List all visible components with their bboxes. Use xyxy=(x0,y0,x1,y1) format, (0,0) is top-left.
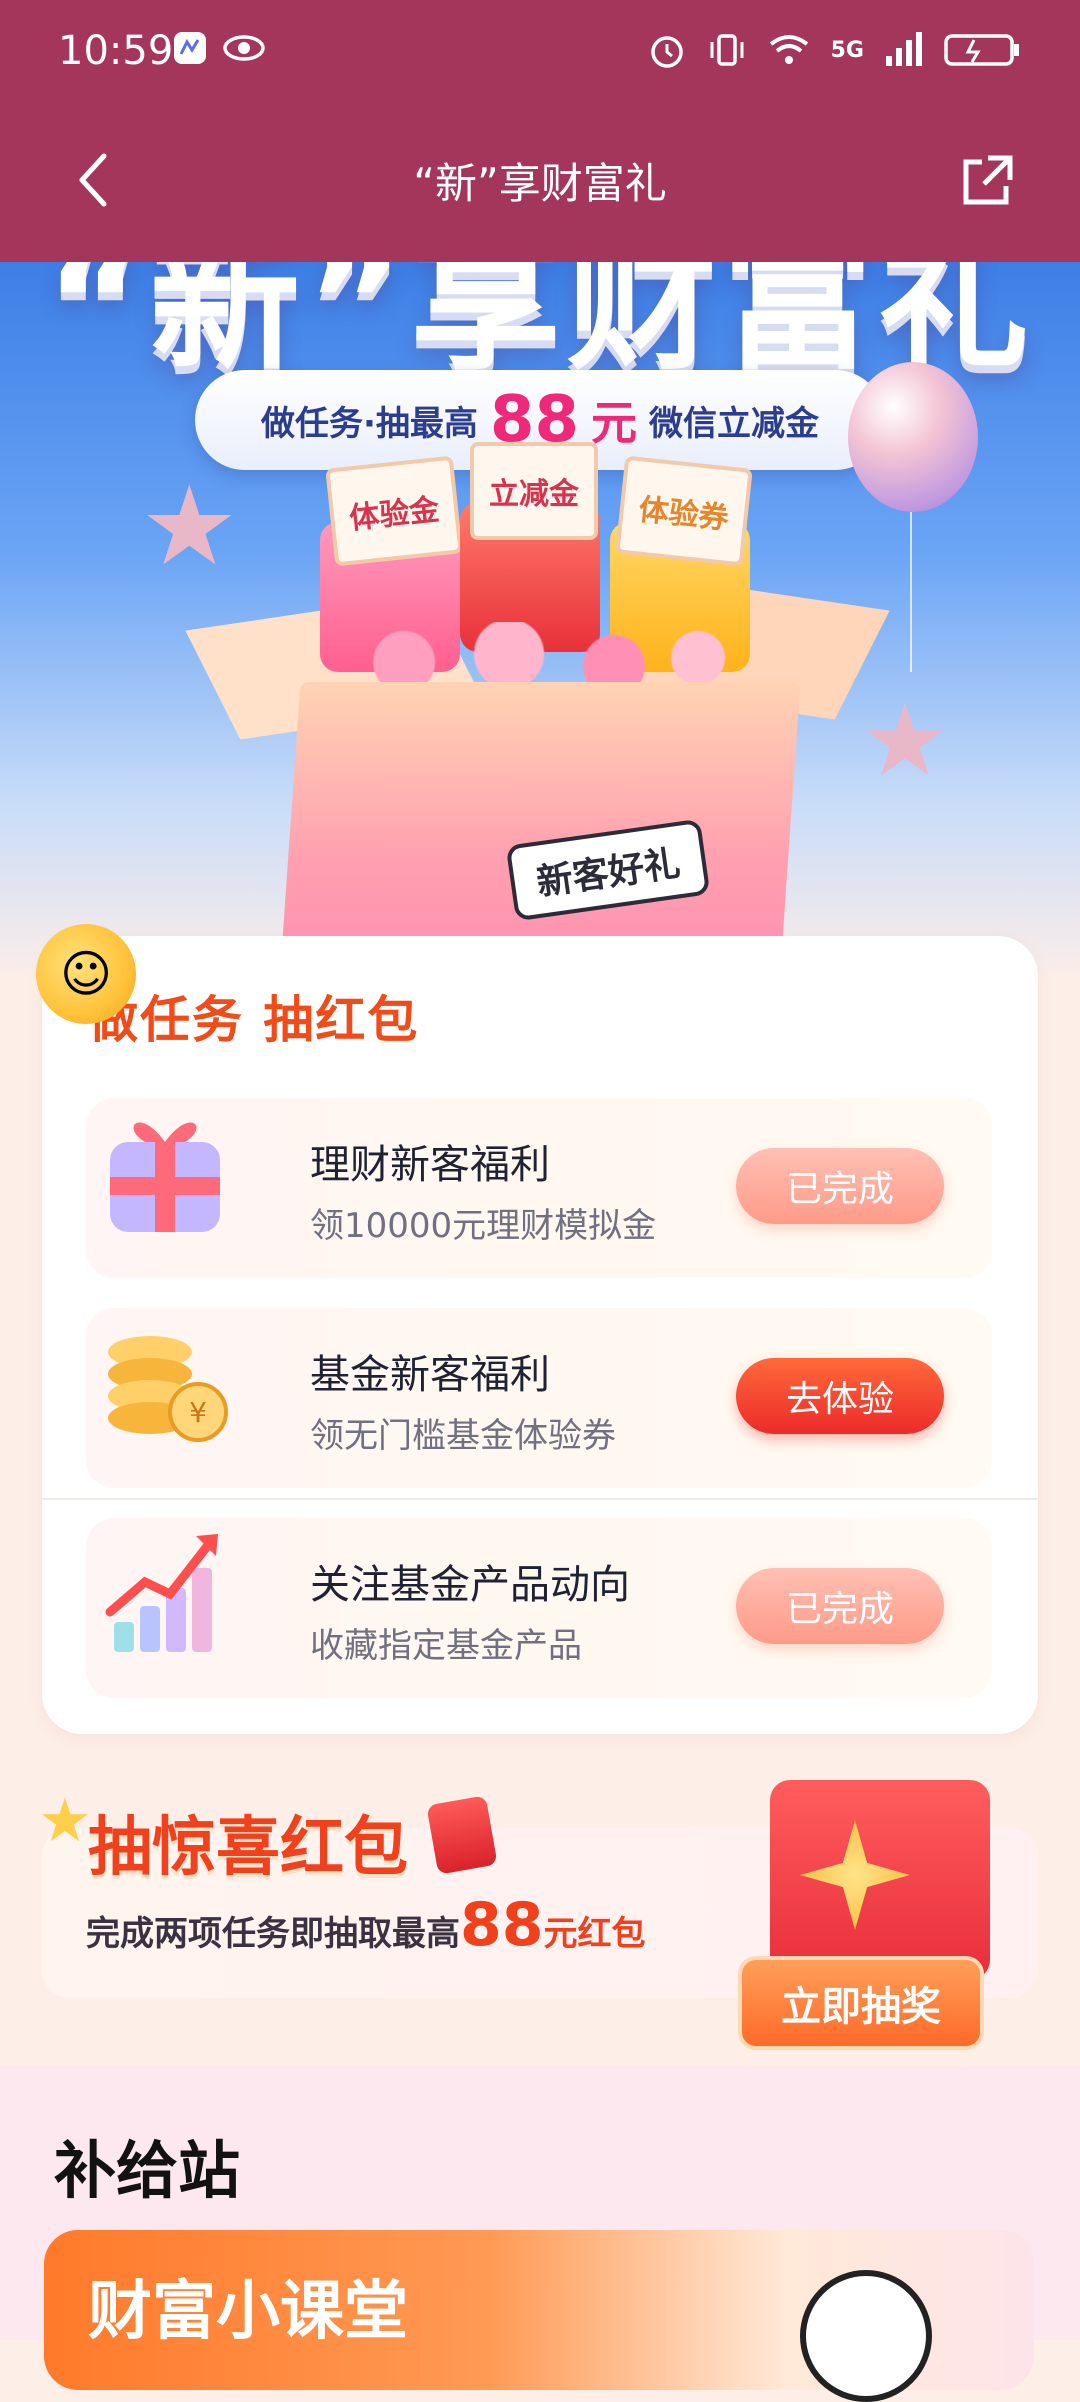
surprise-desc-prefix: 完成两项任务即抽取最高 xyxy=(86,1914,460,1954)
star-icon: ★ xyxy=(38,1786,92,1856)
task-done-button[interactable]: 已完成 xyxy=(736,1568,944,1644)
mascot-icon: ☺ xyxy=(36,924,136,1024)
draw-now-button[interactable]: 立即抽奖 xyxy=(738,1956,984,2050)
task-subtitle: 领无门槛基金体验券 xyxy=(310,1416,616,1456)
task-go-button[interactable]: 去体验 xyxy=(736,1358,944,1434)
eye-icon xyxy=(223,35,265,61)
app-notification-icon xyxy=(174,32,206,64)
task-done-button[interactable]: 已完成 xyxy=(736,1148,944,1224)
task-row: ¥ 基金新客福利 领无门槛基金体验券 去体验 xyxy=(86,1308,992,1488)
surprise-title: 抽惊喜红包 xyxy=(88,1811,408,1885)
surprise-description: 完成两项任务即抽取最高 88 元红包 xyxy=(86,1890,646,1960)
status-left-icons xyxy=(172,30,266,66)
red-packet-icon xyxy=(426,1795,498,1875)
task-row: 关注基金产品动向 收藏指定基金产品 已完成 xyxy=(86,1518,992,1698)
page-title: “新”享财富礼 xyxy=(413,159,667,208)
pill-unit: 元 xyxy=(590,396,637,450)
task-title: 基金新客福利 xyxy=(310,1352,550,1398)
hero-banner: “新”享财富礼 做任务·抽最高 88 元 微信立减金 ★ ★ 体验金 立减金 体… xyxy=(0,262,1080,982)
pill-prefix: 做任务·抽最高 xyxy=(261,403,478,444)
star-icon: ★ xyxy=(140,462,239,590)
wifi-icon xyxy=(769,35,808,64)
growth-chart-icon xyxy=(105,1534,218,1652)
pill-suffix: 微信立减金 xyxy=(648,403,819,444)
packet-label: 体验券 xyxy=(615,455,753,567)
row-divider xyxy=(42,1498,1038,1500)
top-bar: 10:59 5G “新”享财富礼 xyxy=(0,0,1080,262)
task-title: 关注基金产品动向 xyxy=(310,1562,630,1608)
vibrate-icon xyxy=(710,34,744,66)
task-subtitle: 收藏指定基金产品 xyxy=(310,1626,582,1666)
balloon-image xyxy=(848,362,978,512)
signal-icon xyxy=(886,32,922,66)
surprise-desc-suffix: 元红包 xyxy=(543,1914,646,1954)
battery-icon xyxy=(944,34,1019,66)
panda-mascot-icon xyxy=(800,2270,932,2402)
coins-icon: ¥ xyxy=(108,1336,228,1442)
packet-label: 体验金 xyxy=(325,455,463,567)
task-subtitle: 领10000元理财模拟金 xyxy=(310,1206,657,1246)
task-card-heading: 做任务 抽红包 xyxy=(88,991,420,1049)
share-icon[interactable] xyxy=(958,150,1018,210)
svg-text:¥: ¥ xyxy=(189,1396,207,1429)
packet-label: 立减金 xyxy=(470,442,598,540)
status-time: 10:59 xyxy=(58,28,174,74)
task-title: 理财新客福利 xyxy=(310,1142,550,1188)
network-type: 5G xyxy=(830,37,864,63)
status-right-icons: 5G xyxy=(647,30,1020,70)
wealth-class-title: 财富小课堂 xyxy=(88,2275,408,2349)
alarm-icon xyxy=(650,36,683,68)
star-icon: ★ xyxy=(860,682,950,799)
gift-icon xyxy=(110,1122,220,1232)
balloon-string xyxy=(910,512,912,672)
surprise-amount: 88 xyxy=(460,1890,544,1960)
task-row: 理财新客福利 领10000元理财模拟金 已完成 xyxy=(86,1098,992,1278)
supply-title: 补给站 xyxy=(54,2134,241,2207)
